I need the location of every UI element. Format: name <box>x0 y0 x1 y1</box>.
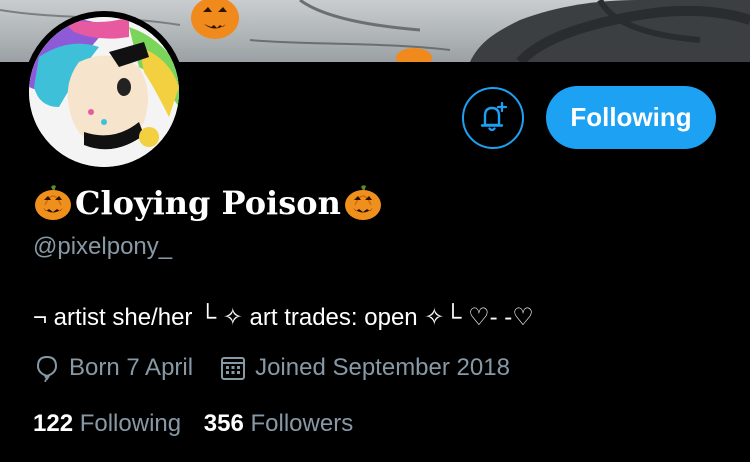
following-button-label: Following <box>570 102 692 132</box>
pumpkin-decoration <box>191 0 239 39</box>
pumpkin-icon <box>35 185 71 220</box>
display-name: Cloying Poison <box>33 181 383 225</box>
profile-bio: ¬ artist she/her └ ✧ art trades: open ✧└… <box>33 304 534 331</box>
followers-count-link[interactable]: 356 Followers <box>204 410 353 437</box>
calendar-icon <box>221 357 246 380</box>
followers-count: 356 <box>203 410 244 437</box>
avatar-image <box>29 17 179 167</box>
following-button[interactable]: Following <box>546 86 716 149</box>
follow-counts: 122 Following 356 Followers <box>33 410 353 438</box>
joined-date-text: Joined September 2018 <box>255 354 510 381</box>
pumpkin-icon <box>344 185 381 220</box>
following-count-link[interactable]: 122 Following <box>33 410 188 437</box>
profile-meta: Born 7 April Joined September 2018 <box>33 354 510 382</box>
following-count: 122 <box>33 410 74 437</box>
followers-label: Followers <box>250 410 354 437</box>
avatar[interactable] <box>23 11 185 173</box>
balloon-icon <box>36 355 58 382</box>
following-label: Following <box>79 410 182 437</box>
display-name-text: Cloying Poison <box>75 184 341 222</box>
birthday-text: Born 7 April <box>69 354 194 381</box>
user-handle: @pixelpony_ <box>33 233 173 260</box>
bell-plus-icon <box>480 101 508 132</box>
notifications-button[interactable] <box>462 87 524 149</box>
